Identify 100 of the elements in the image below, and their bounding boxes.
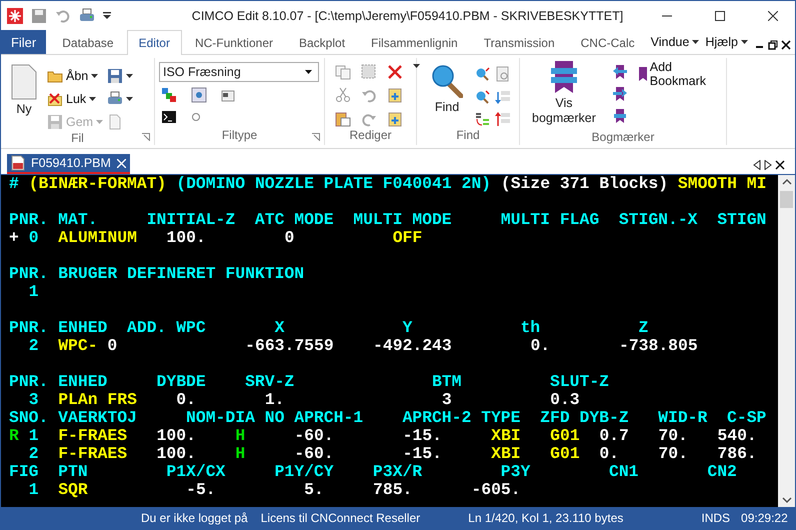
code-text: 785. bbox=[373, 480, 412, 499]
ribbon-tab[interactable]: Editor bbox=[126, 30, 182, 55]
code-text: SNO. VAERKTOJ NOM-DIA NO APRCH-1 APRCH-2 TYPE ZFD DYB-Z WID-R C-SP bbox=[9, 408, 766, 427]
code-text: H bbox=[235, 444, 246, 463]
code-text: -15. bbox=[402, 444, 442, 463]
show-bookmarks-button[interactable]: Vis bogmærker bbox=[526, 60, 602, 130]
code-text: (Size 371 Blocks) bbox=[500, 175, 668, 193]
code-text: 3 bbox=[28, 390, 39, 409]
dialog-launcher-icon[interactable] bbox=[312, 133, 320, 141]
code-text: 0.7 bbox=[599, 426, 629, 445]
code-text: PNR. MAT. INITIAL-Z ATC MODE MULTI MODE MULTI FLAG STIGN.-X STIGN bbox=[9, 210, 766, 229]
code-text: 5. bbox=[304, 480, 324, 499]
bookmark-icon[interactable] bbox=[612, 108, 628, 124]
code-text: SMOOTH MI bbox=[678, 175, 766, 193]
file-command-button[interactable]: Åbn bbox=[47, 66, 104, 85]
ribbon-tab[interactable]: NC-Funktioner bbox=[182, 30, 286, 54]
bookmark-icon bbox=[638, 66, 647, 82]
ribbon-tab[interactable]: Database bbox=[49, 30, 127, 54]
code-text: -605. bbox=[471, 480, 521, 499]
code-text: (BINÆR-FORMAT) bbox=[28, 175, 166, 193]
maximize-icon[interactable] bbox=[714, 10, 724, 20]
find-next-icon[interactable] bbox=[475, 66, 491, 82]
magnifier-icon bbox=[431, 64, 463, 98]
code-text: 540. bbox=[717, 426, 757, 445]
ribbon-tab[interactable]: Transmission bbox=[470, 30, 568, 54]
bookmarks-icon bbox=[550, 60, 577, 94]
delete-icon[interactable] bbox=[387, 64, 403, 80]
replace-icon[interactable] bbox=[475, 111, 491, 128]
code-text: 0. bbox=[530, 336, 550, 355]
insert-document-icon[interactable] bbox=[387, 87, 403, 104]
paste-icon[interactable] bbox=[335, 110, 351, 127]
caret-icon bbox=[96, 120, 104, 124]
code-text: 100. bbox=[166, 228, 206, 247]
document-tab[interactable]: F059410.PBM bbox=[7, 154, 130, 174]
code-text: 70. bbox=[658, 444, 688, 463]
scroll-left-icon[interactable] bbox=[753, 160, 761, 170]
find-previous-icon[interactable] bbox=[475, 88, 491, 105]
code-text: ALUMINUM bbox=[58, 228, 137, 247]
code-text: R bbox=[9, 426, 19, 445]
document-settings-icon[interactable] bbox=[495, 66, 511, 82]
cut-icon[interactable] bbox=[335, 87, 351, 104]
scrollbar-thumb[interactable] bbox=[780, 191, 793, 208]
scroll-right-icon[interactable] bbox=[764, 160, 772, 170]
find-button[interactable]: Find bbox=[425, 60, 469, 128]
status-text: Licens til CNConnect Reseller bbox=[260, 511, 420, 525]
insert-document-icon[interactable] bbox=[387, 110, 403, 127]
code-text: 1 bbox=[28, 426, 39, 445]
close-icon[interactable] bbox=[775, 160, 785, 170]
down-arrow-list-icon[interactable] bbox=[495, 88, 511, 105]
code-text: 0 bbox=[284, 228, 294, 247]
caret-icon bbox=[126, 96, 134, 100]
status-text: Ln 1/420, Kol 1, 23.110 bytes bbox=[468, 511, 624, 525]
code-text: PNR. ENHED DYBDE SRV-Z BTM SLUT-Z bbox=[9, 372, 609, 391]
printer-icon[interactable] bbox=[107, 90, 124, 106]
code-text: 100. bbox=[156, 426, 196, 445]
dialog-launcher-icon[interactable] bbox=[142, 133, 150, 141]
menu-button[interactable]: Hjælp bbox=[702, 30, 751, 54]
close-icon[interactable] bbox=[781, 40, 791, 50]
previous-bookmark-icon[interactable] bbox=[612, 64, 628, 80]
add-bookmark-button[interactable]: Add Bookmark bbox=[638, 64, 722, 83]
restore-icon[interactable] bbox=[768, 40, 778, 50]
file-tab[interactable]: Filer bbox=[1, 30, 46, 54]
terminal-icon[interactable] bbox=[161, 108, 177, 124]
caret-icon bbox=[126, 74, 134, 78]
code-text: -663.7559 bbox=[245, 336, 334, 355]
color-blocks-icon[interactable] bbox=[161, 86, 177, 102]
code-text: XBI bbox=[491, 426, 521, 445]
up-arrow-list-icon[interactable] bbox=[495, 111, 511, 128]
nc-file-icon bbox=[11, 155, 25, 171]
code-text: 2 bbox=[28, 444, 39, 463]
window-title: CIMCO Edit 8.10.07 - [C:\temp\Jeremy\F059410.PBM - SKRIVEBESKYTTET] bbox=[190, 8, 624, 22]
ribbon-tab[interactable]: CNC-Calc bbox=[568, 30, 648, 54]
code-text: 0. bbox=[599, 444, 620, 463]
customize-icon[interactable] bbox=[103, 12, 111, 20]
code-text: -5. bbox=[186, 480, 216, 499]
code-text: PNR. BRUGER DEFINERET FUNKTION bbox=[9, 264, 304, 283]
menu-button[interactable]: Vindue bbox=[648, 30, 702, 54]
code-text: 0. bbox=[176, 390, 196, 409]
code-text: 786. bbox=[717, 444, 757, 463]
code-text: 0 bbox=[28, 228, 39, 247]
code-text: 2 bbox=[28, 336, 39, 355]
close-file-icon bbox=[47, 90, 63, 106]
ribbon-tab[interactable]: Backplot bbox=[286, 30, 358, 54]
caret-icon bbox=[89, 96, 96, 100]
code-text: G01 bbox=[550, 444, 580, 463]
group-label: Find bbox=[456, 128, 480, 144]
file-type-dropdown[interactable]: ISO Fræsning bbox=[159, 62, 319, 82]
code-grid-icon[interactable] bbox=[191, 86, 207, 102]
file-command-button[interactable]: Luk bbox=[47, 89, 104, 108]
code-text: FIG PTN P1X/CX P1Y/CY P3X/R P3Y CN1 CN2 bbox=[9, 462, 737, 481]
ribbon-tab[interactable]: Filsammenlignin bbox=[358, 30, 471, 54]
group-label: Rediger bbox=[349, 128, 392, 144]
code-text: 1 bbox=[28, 480, 39, 499]
code-text: -492.243 bbox=[373, 336, 452, 355]
code-text: SQR bbox=[58, 480, 88, 499]
new-button[interactable]: Ny bbox=[5, 60, 43, 131]
next-bookmark-icon[interactable] bbox=[612, 86, 628, 102]
code-text: G01 bbox=[550, 426, 580, 445]
printer-icon[interactable] bbox=[79, 8, 95, 24]
close-icon[interactable] bbox=[768, 10, 778, 20]
